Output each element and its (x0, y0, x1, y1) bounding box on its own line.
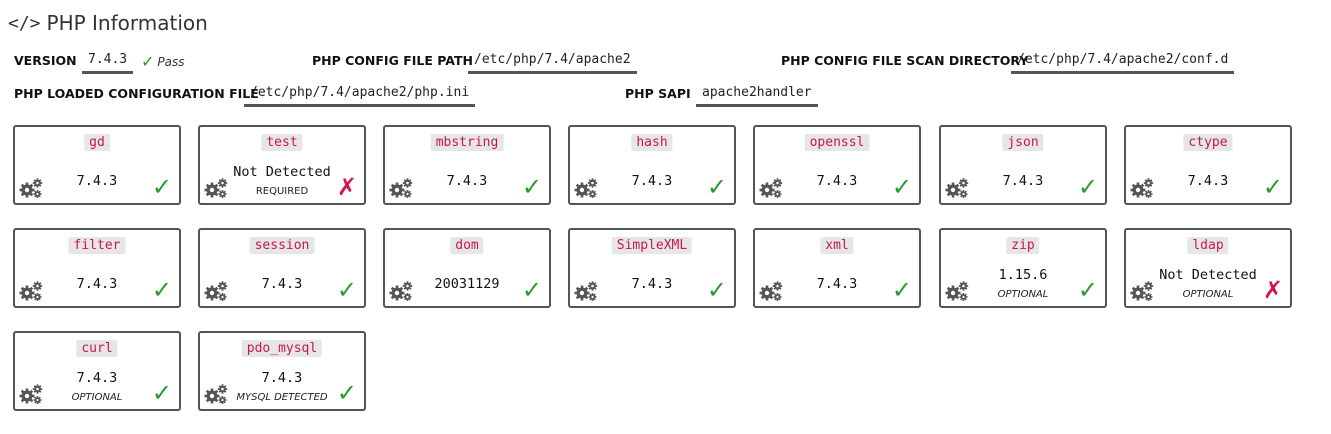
extension-name: curl (76, 340, 118, 357)
gear-icon[interactable] (945, 280, 969, 302)
extension-name: SimpleXML (611, 237, 693, 254)
extension-card: zip 1.15.6 OPTIONAL ✓ (939, 228, 1107, 308)
check-icon: ✓ (1262, 173, 1283, 201)
extension-name: filter (68, 237, 126, 254)
cross-icon: ✗ (1262, 276, 1283, 304)
extension-card: dom 20031129 ✓ (383, 228, 551, 308)
check-icon: ✓ (141, 52, 155, 71)
check-icon: ✓ (891, 173, 912, 201)
check-icon: ✓ (336, 379, 357, 407)
check-icon: ✓ (1077, 173, 1098, 201)
config-path-label: PHP CONFIG FILE PATH (312, 53, 473, 68)
loaded-config-value: /etc/php/7.4/apache2/php.ini (244, 84, 476, 107)
check-icon: ✓ (151, 379, 172, 407)
cross-icon: ✗ (336, 173, 357, 201)
extension-name: pdo_mysql (241, 340, 323, 357)
extension-name: mbstring (430, 134, 504, 151)
check-icon: ✓ (706, 173, 727, 201)
extension-card: ldap Not Detected OPTIONAL ✗ (1124, 228, 1292, 308)
extension-card: json 7.4.3 ✓ (939, 125, 1107, 205)
scan-dir-label: PHP CONFIG FILE SCAN DIRECTORY (781, 53, 1029, 68)
gear-icon[interactable] (759, 280, 783, 302)
extension-card: curl 7.4.3 OPTIONAL ✓ (13, 331, 181, 411)
check-icon: ✓ (151, 276, 172, 304)
gear-icon[interactable] (204, 177, 228, 199)
version-status: ✓ Pass (141, 52, 185, 71)
extension-name: zip (1006, 237, 1040, 254)
scan-dir-value: /etc/php/7.4/apache2/conf.d (1011, 51, 1235, 74)
extension-name: test (261, 134, 303, 151)
extension-card: SimpleXML 7.4.3 ✓ (568, 228, 736, 308)
page-title: </> PHP Information (8, 11, 208, 35)
loaded-config-label: PHP LOADED CONFIGURATION FILE (14, 86, 259, 101)
extension-name: ldap (1187, 237, 1229, 254)
gear-icon[interactable] (389, 177, 413, 199)
extension-card: mbstring 7.4.3 ✓ (383, 125, 551, 205)
version-label: VERSION (14, 53, 77, 68)
check-icon: ✓ (151, 173, 172, 201)
check-icon: ✓ (336, 276, 357, 304)
extension-name: json (1002, 134, 1044, 151)
version-value: 7.4.3 (82, 51, 134, 74)
gear-icon[interactable] (19, 280, 43, 302)
gear-icon[interactable] (19, 177, 43, 199)
extension-card: openssl 7.4.3 ✓ (753, 125, 921, 205)
page-title-text: PHP Information (46, 11, 208, 35)
gear-icon[interactable] (945, 177, 969, 199)
gear-icon[interactable] (204, 383, 228, 405)
check-icon: ✓ (521, 173, 542, 201)
extension-card: session 7.4.3 ✓ (198, 228, 366, 308)
extension-card: gd 7.4.3 ✓ (13, 125, 181, 205)
sapi-label: PHP SAPI (625, 86, 691, 101)
check-icon: ✓ (891, 276, 912, 304)
gear-icon[interactable] (1130, 280, 1154, 302)
gear-icon[interactable] (759, 177, 783, 199)
check-icon: ✓ (1077, 276, 1098, 304)
extension-card: test Not Detected REQUIRED ✗ (198, 125, 366, 205)
gear-icon[interactable] (19, 383, 43, 405)
sapi-value: apache2handler (696, 84, 818, 107)
config-path-value: /etc/php/7.4/apache2 (468, 51, 637, 74)
gear-icon[interactable] (574, 280, 598, 302)
extension-name: dom (450, 237, 484, 254)
extension-card: ctype 7.4.3 ✓ (1124, 125, 1292, 205)
extension-name: gd (84, 134, 110, 151)
extension-card: xml 7.4.3 ✓ (753, 228, 921, 308)
extension-card: pdo_mysql 7.4.3 MYSQL DETECTED ✓ (198, 331, 366, 411)
check-icon: ✓ (706, 276, 727, 304)
extension-name: openssl (804, 134, 870, 151)
code-icon: </> (8, 12, 41, 34)
gear-icon[interactable] (574, 177, 598, 199)
extension-card: hash 7.4.3 ✓ (568, 125, 736, 205)
gear-icon[interactable] (204, 280, 228, 302)
check-icon: ✓ (521, 276, 542, 304)
gear-icon[interactable] (1130, 177, 1154, 199)
extension-name: xml (820, 237, 854, 254)
extension-name: ctype (1183, 134, 1233, 151)
extension-name: hash (631, 134, 673, 151)
extension-card: filter 7.4.3 ✓ (13, 228, 181, 308)
version-status-text: Pass (157, 54, 185, 69)
gear-icon[interactable] (389, 280, 413, 302)
extension-name: session (249, 237, 315, 254)
